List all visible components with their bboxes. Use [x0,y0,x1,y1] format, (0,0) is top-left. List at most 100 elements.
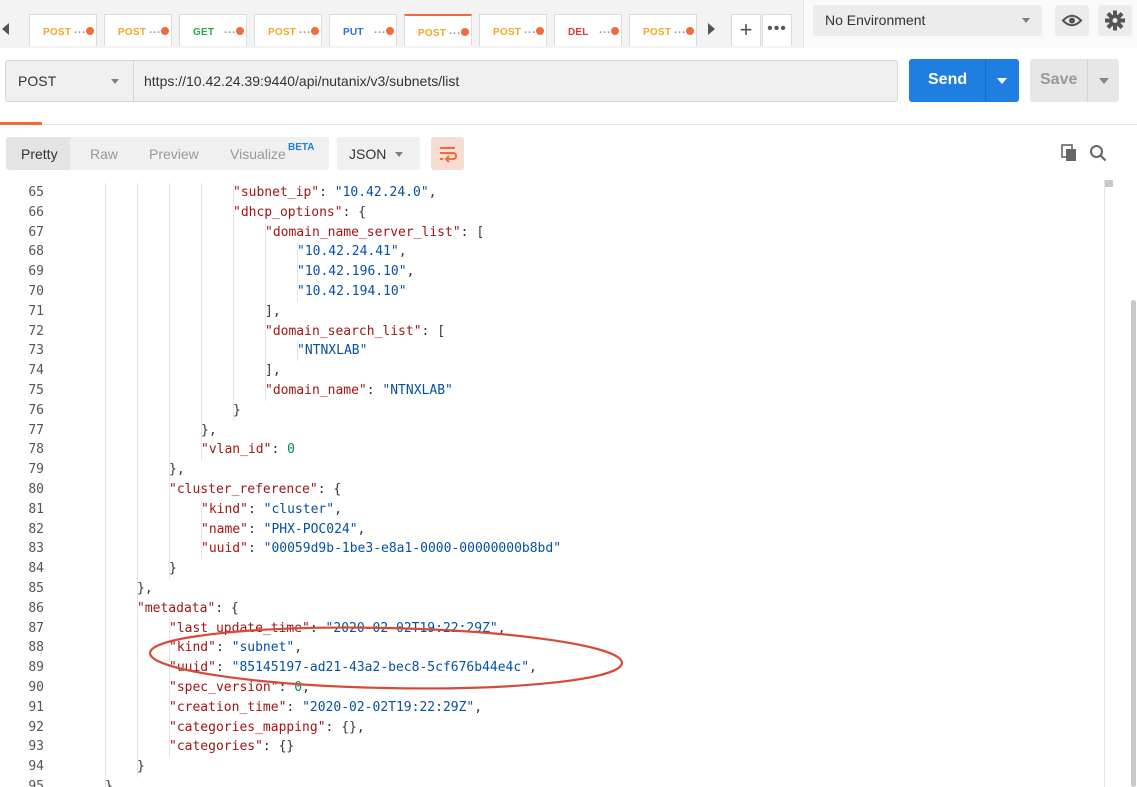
indent-guide [169,480,170,500]
request-tab[interactable]: POST... [254,14,322,46]
unsaved-dot-icon [311,27,319,35]
indent-guide [137,697,138,718]
request-tab[interactable]: POST... [629,14,697,46]
request-tab-method: POST [643,27,672,38]
settings-button[interactable] [1098,5,1132,36]
indent-guide [169,381,170,401]
indent-guide [169,618,170,639]
indent-guide [233,321,234,342]
indent-guide [105,183,106,203]
indent-guide [169,321,170,342]
indent-guide [169,183,170,203]
code-line: 74], [0,361,1100,382]
environment-select[interactable]: No Environment [813,5,1042,36]
indent-guide [265,262,266,283]
indent-guide [169,678,170,698]
request-tab[interactable]: GET... [179,14,247,46]
line-number: 81 [28,501,44,517]
send-button[interactable]: Send [909,59,1019,102]
code-text: "10.42.194.10" [297,282,407,302]
code-text: "10.42.24.41", [297,242,407,262]
save-options-chevron-icon[interactable] [1099,78,1109,84]
more-tabs-button[interactable]: ••• [762,14,792,46]
request-tab-method: POST [418,28,447,39]
indent-guide [169,301,170,322]
unsaved-dot-icon [161,27,169,35]
json-punctuation: }, [201,422,217,438]
view-tab-visualize-label: Visualize [230,146,286,162]
json-punctuation: , [302,680,310,695]
editor-scrollbar-track[interactable] [1104,180,1114,787]
indent-guide [201,321,202,342]
request-tab[interactable]: POST... [29,14,97,46]
request-tab-ellipsis: ... [149,24,162,36]
chevron-down-icon [1022,18,1030,23]
code-line: 73 "NTNXLAB" [0,341,1100,362]
line-number: 67 [28,224,44,240]
code-line: 95}, [0,777,1100,787]
url-input[interactable]: https://10.42.24.39:9440/api/nutanix/v3/… [133,60,898,102]
code-line: 85}, [0,579,1100,599]
request-tab[interactable]: PUT... [329,14,397,46]
indent-guide [201,202,202,223]
scroll-tabs-right-icon[interactable] [708,23,715,35]
indent-guide [137,598,138,619]
line-number: 95 [28,779,44,787]
request-tab[interactable]: POST... [104,14,172,46]
code-text: "10.42.196.10", [297,262,414,282]
http-method-select[interactable]: POST [5,60,133,102]
indent-guide [265,361,266,382]
indent-guide [105,480,106,500]
indent-guide [105,678,106,698]
request-tab-ellipsis: ... [674,24,687,36]
request-tab[interactable]: DEL... [554,14,622,46]
unsaved-dot-icon [461,28,469,36]
scroll-tabs-left-icon[interactable] [2,23,9,35]
code-line: 80 "cluster_reference": { [0,480,1100,500]
indent-guide [137,242,138,263]
indent-guide [169,559,170,580]
json-punctuation: , [497,620,506,636]
response-body-viewer[interactable]: 65 "subnet_ip": "10.42.24.0", 66 "dhcp_opti… [0,180,1104,787]
json-key: "domain_name" [265,383,367,398]
indent-guide [137,737,138,758]
code-line: 91 "creation_time": "2020-02-02T19:22:29Z… [0,697,1100,718]
chevron-down-icon [111,79,119,84]
save-button[interactable]: Save [1030,59,1119,102]
page-scrollbar-thumb[interactable] [1131,300,1136,787]
indent-guide [169,222,170,243]
search-icon[interactable] [1089,144,1107,162]
response-format-select[interactable]: JSON [337,137,420,170]
request-tab[interactable]: POST... [479,14,547,46]
new-tab-button[interactable]: + [731,14,761,46]
json-string: "10.42.24.0" [334,185,429,200]
request-tab-ellipsis: ... [224,24,237,36]
wrap-lines-icon [440,147,458,163]
view-tab-preview[interactable]: Preview [149,146,199,162]
editor-scrollbar-thumb[interactable] [1105,180,1113,187]
copy-icon[interactable] [1061,144,1077,162]
code-text: "vlan_id": 0 [201,440,295,460]
view-tab-pretty[interactable]: Pretty [21,146,58,162]
view-tab-raw[interactable]: Raw [90,146,118,162]
indent-guide [105,460,106,481]
code-line: 71], [0,301,1100,322]
json-punctuation: : { [215,600,239,616]
indent-guide [105,341,106,362]
indent-guide [105,697,106,718]
indent-guide [105,579,106,599]
code-text: } [233,401,241,421]
indent-guide [201,539,202,560]
wrap-lines-button[interactable] [431,137,464,170]
indent-guide [137,678,138,698]
indent-guide [201,242,202,263]
json-punctuation: : [215,660,232,676]
code-line: 70 "10.42.194.10" [0,282,1100,302]
code-text: "uuid": "00059d9b-1be3-e8a1-0000-0000000… [201,539,561,559]
request-tab-ellipsis: ... [599,24,612,36]
unsaved-dot-icon [611,27,619,35]
environment-quick-look-button[interactable] [1055,5,1089,36]
request-tab[interactable]: POST... [404,14,472,46]
send-options-chevron-icon[interactable] [997,78,1007,84]
view-tab-visualize[interactable]: Visualize BETA [230,142,314,162]
